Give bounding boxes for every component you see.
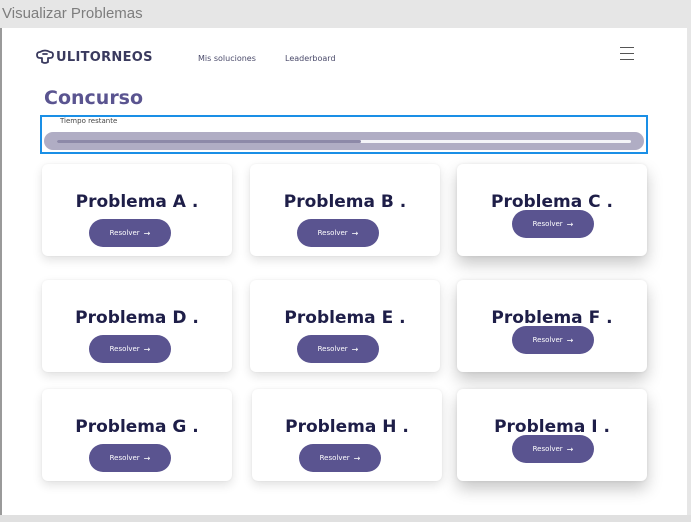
problem-card-e: Problema E . Resolver →: [250, 280, 440, 372]
arrow-right-icon: →: [353, 453, 361, 463]
bottom-strip: [0, 515, 691, 522]
page: ULITORNEOS Mis soluciones Leaderboard Co…: [2, 28, 687, 515]
problem-title: Problema A .: [75, 192, 199, 212]
navbar: ULITORNEOS Mis soluciones Leaderboard: [2, 28, 687, 88]
arrow-right-icon: →: [566, 335, 574, 345]
nav-link-mis-soluciones[interactable]: Mis soluciones: [198, 54, 256, 63]
menu-icon[interactable]: [620, 47, 634, 61]
problem-card-d: Problema D . Resolver →: [42, 280, 232, 372]
window-title: Visualizar Problemas: [2, 5, 143, 22]
logo-icon: [36, 49, 54, 65]
logo[interactable]: ULITORNEOS: [36, 49, 153, 65]
resolve-button[interactable]: Resolver →: [297, 335, 379, 363]
nav-link-leaderboard[interactable]: Leaderboard: [285, 54, 336, 63]
problem-title: Problema F .: [491, 308, 613, 328]
timer-panel: Tiempo restante: [40, 115, 648, 154]
arrow-right-icon: →: [351, 228, 359, 238]
problem-title: Problema I .: [494, 417, 610, 437]
problem-title: Problema B .: [283, 192, 407, 212]
problem-title: Problema D .: [75, 308, 199, 328]
resolve-button[interactable]: Resolver →: [89, 219, 171, 247]
resolve-button[interactable]: Resolver →: [512, 435, 594, 463]
resolve-button-label: Resolver: [532, 336, 563, 344]
arrow-right-icon: →: [351, 344, 359, 354]
resolve-button-label: Resolver: [532, 220, 563, 228]
arrow-right-icon: →: [566, 444, 574, 454]
page-title: Concurso: [44, 87, 144, 109]
timer-label: Tiempo restante: [60, 117, 118, 125]
arrow-right-icon: →: [143, 453, 151, 463]
problem-card-i: Problema I . Resolver →: [457, 389, 647, 481]
problem-title: Problema C .: [490, 192, 613, 212]
resolve-button-label: Resolver: [317, 229, 348, 237]
resolve-button[interactable]: Resolver →: [512, 326, 594, 354]
logo-text: ULITORNEOS: [56, 49, 153, 65]
resolve-button-label: Resolver: [319, 454, 350, 462]
resolve-button-label: Resolver: [109, 454, 140, 462]
resolve-button-label: Resolver: [109, 229, 140, 237]
arrow-right-icon: →: [566, 219, 574, 229]
problem-card-g: Problema G . Resolver →: [42, 389, 232, 481]
timer-progress-bar: [44, 132, 644, 150]
resolve-button[interactable]: Resolver →: [299, 444, 381, 472]
problem-card-b: Problema B . Resolver →: [250, 164, 440, 256]
problem-title: Problema H .: [285, 417, 409, 437]
timer-progress-fill: [57, 140, 362, 143]
arrow-right-icon: →: [143, 228, 151, 238]
arrow-right-icon: →: [143, 344, 151, 354]
problem-card-a: Problema A . Resolver →: [42, 164, 232, 256]
problem-card-h: Problema H . Resolver →: [252, 389, 442, 481]
problem-title: Problema E .: [284, 308, 406, 328]
problem-card-c: Problema C . Resolver →: [457, 164, 647, 256]
resolve-button-label: Resolver: [317, 345, 348, 353]
resolve-button[interactable]: Resolver →: [89, 335, 171, 363]
timer-track-line: [57, 140, 631, 143]
resolve-button-label: Resolver: [109, 345, 140, 353]
resolve-button[interactable]: Resolver →: [512, 210, 594, 238]
resolve-button[interactable]: Resolver →: [89, 444, 171, 472]
problem-card-f: Problema F . Resolver →: [457, 280, 647, 372]
resolve-button[interactable]: Resolver →: [297, 219, 379, 247]
problem-title: Problema G .: [75, 417, 199, 437]
resolve-button-label: Resolver: [532, 445, 563, 453]
